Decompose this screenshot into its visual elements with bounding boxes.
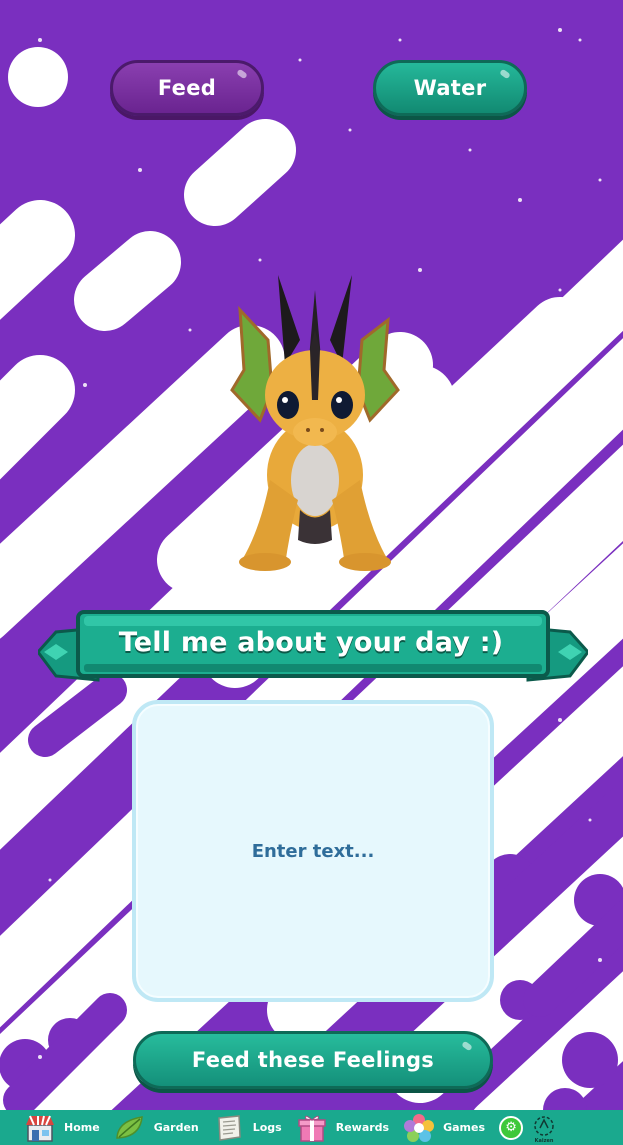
logo-text: Kaizen [534, 1137, 554, 1144]
kaizen-logo-icon [534, 1115, 554, 1136]
scroll-icon [213, 1113, 245, 1143]
dragon-pet[interactable] [230, 270, 400, 575]
feed-button-label: Feed [157, 76, 217, 100]
nav-item-rewards[interactable]: Rewards [296, 1110, 389, 1145]
nav-item-logs[interactable]: Logs [213, 1110, 282, 1145]
feed-button[interactable]: Feed [110, 60, 264, 116]
leaf-icon [114, 1113, 146, 1143]
nav-label-home: Home [64, 1121, 100, 1134]
button-shine [499, 68, 511, 80]
nav-label-rewards: Rewards [335, 1121, 390, 1134]
prompt-banner-text: Tell me about your day :) [118, 626, 504, 658]
gear-icon[interactable]: ⚙ [499, 1115, 524, 1140]
nav-item-home[interactable]: Home [24, 1110, 100, 1145]
shop-icon [24, 1113, 56, 1143]
app-screen: Feed Water Tell me about your day:) Ent… [0, 0, 623, 1145]
nav-label-logs: Logs [252, 1121, 282, 1134]
water-button-label: Water [413, 76, 487, 100]
nav-label-games: Games [443, 1121, 486, 1134]
journal-text-input[interactable]: Enter text... [132, 700, 494, 1002]
nav-item-garden[interactable]: Garden [114, 1110, 199, 1145]
feed-feelings-button-label: Feed these Feelings [191, 1048, 435, 1072]
journal-placeholder: Enter text... [251, 840, 375, 862]
water-button[interactable]: Water [373, 60, 527, 116]
button-shine [461, 1040, 473, 1052]
button-shine [236, 68, 248, 80]
nav-item-games[interactable]: Games [403, 1110, 485, 1145]
app-logo[interactable]: Kaizen [529, 1112, 559, 1144]
feed-feelings-button[interactable]: Feed these Feelings [133, 1031, 493, 1089]
bottom-nav-bar: Home Garden Logs Rewards Games ⚙ Kaizen [0, 1110, 623, 1145]
nav-label-garden: Garden [153, 1121, 199, 1134]
flower-icon [403, 1113, 435, 1143]
gift-icon [296, 1113, 328, 1143]
